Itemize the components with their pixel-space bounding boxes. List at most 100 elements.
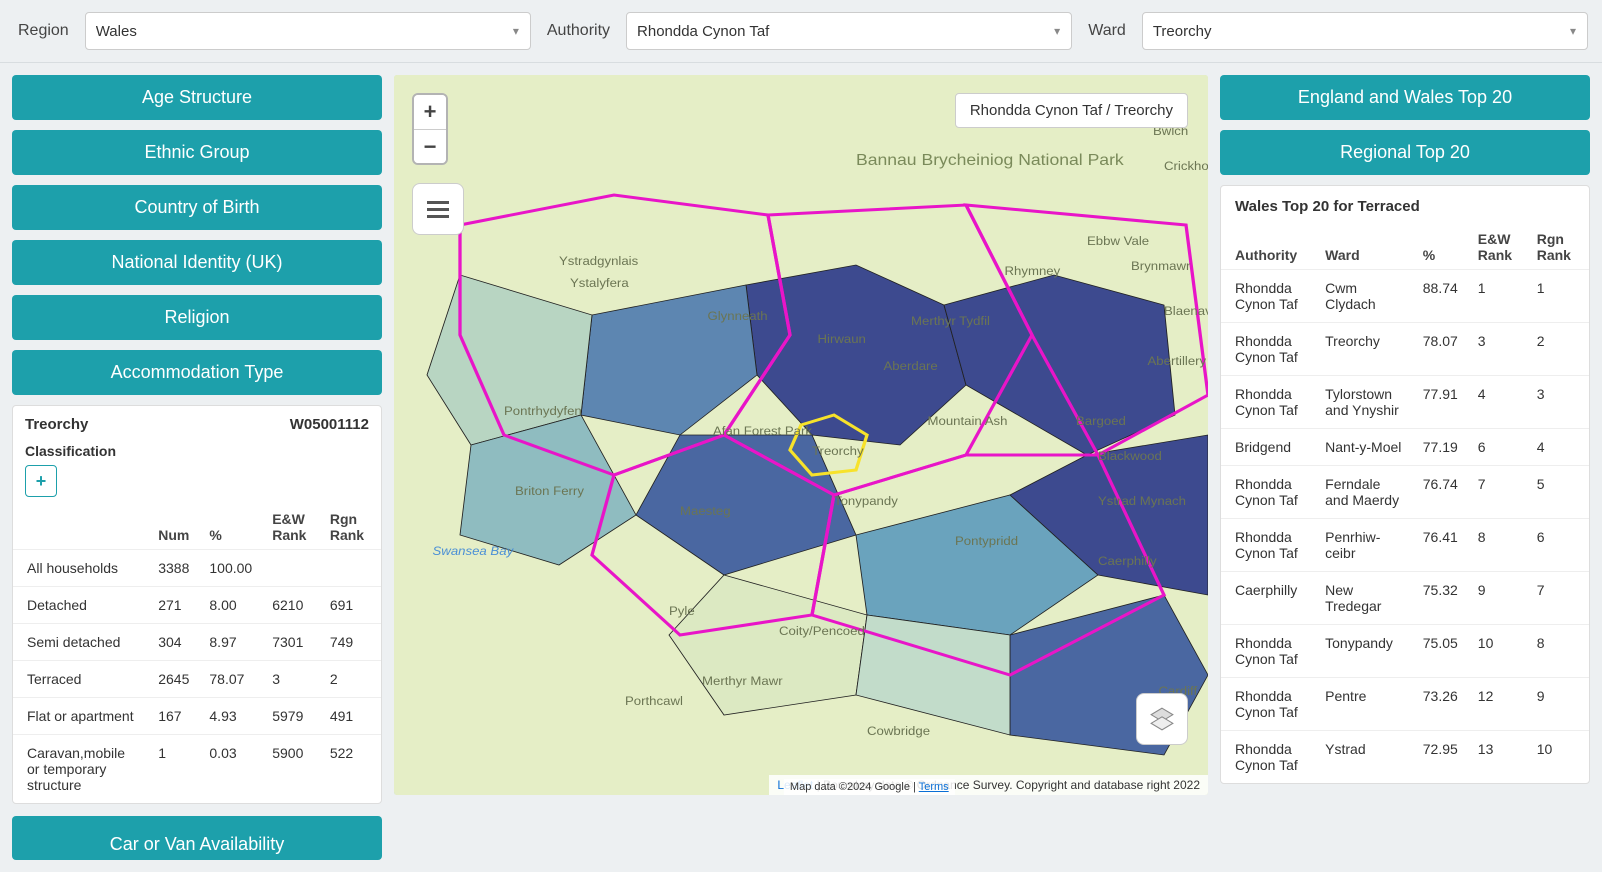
cell-ew: 13 (1468, 731, 1527, 784)
cell-pct: 72.95 (1413, 731, 1468, 784)
authority-select[interactable]: Rhondda Cynon Taf (626, 12, 1072, 50)
btn-ew-top20[interactable]: England and Wales Top 20 (1220, 75, 1590, 120)
row-num: 304 (148, 624, 199, 661)
classification-label: Classification (13, 443, 381, 463)
map-location-label: Rhondda Cynon Taf / Treorchy (955, 93, 1188, 128)
map[interactable]: Bannau Brycheiniog National Park Swansea… (394, 75, 1208, 795)
cell-ew: 9 (1468, 572, 1527, 625)
cell-rgn: 5 (1527, 466, 1589, 519)
cell-pct: 76.41 (1413, 519, 1468, 572)
row-pct: 8.00 (199, 587, 262, 624)
cell-auth: Rhondda Cynon Taf (1221, 376, 1315, 429)
row-rgn: 691 (320, 587, 381, 624)
detail-table: Num % E&W Rank Rgn Rank All households33… (13, 505, 381, 803)
table-row: Caravan,mobile or temporary structure10.… (13, 735, 381, 804)
btn-religion[interactable]: Religion (12, 295, 382, 340)
cell-auth: Rhondda Cynon Taf (1221, 678, 1315, 731)
row-ew: 5979 (262, 698, 320, 735)
btn-accommodation-type[interactable]: Accommodation Type (12, 350, 382, 395)
cell-ward: Cwm Clydach (1315, 270, 1413, 323)
cell-rgn: 4 (1527, 429, 1589, 466)
expand-classification-button[interactable]: + (25, 465, 57, 497)
table-row: Rhondda Cynon TafCwm Clydach88.7411 (1221, 270, 1589, 323)
cell-ward: Treorchy (1315, 323, 1413, 376)
col-blank (13, 505, 148, 550)
zoom-control: + − (412, 93, 448, 165)
table-row: All households3388100.00 (13, 550, 381, 587)
row-ew: 7301 (262, 624, 320, 661)
row-label: Terraced (13, 661, 148, 698)
table-row: CaerphillyNew Tredegar75.3297 (1221, 572, 1589, 625)
r-col-ward: Ward (1315, 225, 1413, 270)
row-num: 167 (148, 698, 199, 735)
btn-regional-top20[interactable]: Regional Top 20 (1220, 130, 1590, 175)
map-menu-button[interactable] (412, 183, 464, 235)
cell-auth: Bridgend (1221, 429, 1315, 466)
row-rgn: 491 (320, 698, 381, 735)
cell-ward: Tylorstown and Ynyshir (1315, 376, 1413, 429)
table-row: Flat or apartment1674.935979491 (13, 698, 381, 735)
table-row: Terraced264578.0732 (13, 661, 381, 698)
r-col-ew: E&W Rank (1468, 225, 1527, 270)
cell-pct: 76.74 (1413, 466, 1468, 519)
filter-bar: Region Wales Authority Rhondda Cynon Taf… (0, 0, 1602, 63)
table-row: Rhondda Cynon TafTylorstown and Ynyshir7… (1221, 376, 1589, 429)
row-label: Flat or apartment (13, 698, 148, 735)
row-rgn: 749 (320, 624, 381, 661)
btn-ethnic-group[interactable]: Ethnic Group (12, 130, 382, 175)
zoom-in-button[interactable]: + (414, 95, 446, 129)
row-num: 2645 (148, 661, 199, 698)
cell-ew: 8 (1468, 519, 1527, 572)
row-ew: 3 (262, 661, 320, 698)
map-canvas[interactable]: Bannau Brycheiniog National Park Swansea… (394, 75, 1208, 795)
cell-rgn: 9 (1527, 678, 1589, 731)
cell-pct: 75.05 (1413, 625, 1468, 678)
cell-rgn: 3 (1527, 376, 1589, 429)
table-row: Rhondda Cynon TafYstrad72.951310 (1221, 731, 1589, 784)
zoom-out-button[interactable]: − (414, 129, 446, 163)
top20-table: Authority Ward % E&W Rank Rgn Rank Rhond… (1221, 225, 1589, 783)
cell-ward: Pentre (1315, 678, 1413, 731)
cell-ew: 10 (1468, 625, 1527, 678)
cell-ew: 12 (1468, 678, 1527, 731)
col-rgn-rank: Rgn Rank (320, 505, 381, 550)
btn-age-structure[interactable]: Age Structure (12, 75, 382, 120)
layers-button[interactable] (1136, 693, 1188, 745)
google-attribution: Map data ©2024 Google | Terms (784, 779, 955, 795)
top20-card: Wales Top 20 for Terraced Authority Ward… (1220, 185, 1590, 784)
table-row: Rhondda Cynon TafFerndale and Maerdy76.7… (1221, 466, 1589, 519)
btn-car-van[interactable]: Car or Van Availability (12, 816, 382, 860)
cell-pct: 75.32 (1413, 572, 1468, 625)
row-pct: 0.03 (199, 735, 262, 804)
cell-ward: New Tredegar (1315, 572, 1413, 625)
google-terms-link[interactable]: Terms (919, 781, 949, 793)
cell-ward: Ferndale and Maerdy (1315, 466, 1413, 519)
ward-code: W05001112 (290, 416, 369, 433)
r-col-auth: Authority (1221, 225, 1315, 270)
cell-rgn: 6 (1527, 519, 1589, 572)
row-ew (262, 550, 320, 587)
btn-country-of-birth[interactable]: Country of Birth (12, 185, 382, 230)
ward-name: Treorchy (25, 416, 88, 433)
row-num: 1 (148, 735, 199, 804)
region-select[interactable]: Wales (85, 12, 531, 50)
cell-auth: Rhondda Cynon Taf (1221, 519, 1315, 572)
btn-national-identity[interactable]: National Identity (UK) (12, 240, 382, 285)
cell-ward: Ystrad (1315, 731, 1413, 784)
table-row: Rhondda Cynon TafTonypandy75.05108 (1221, 625, 1589, 678)
cell-ward: Tonypandy (1315, 625, 1413, 678)
cell-ward: Nant-y-Moel (1315, 429, 1413, 466)
col-pct: % (199, 505, 262, 550)
row-label: Semi detached (13, 624, 148, 661)
ward-detail-card: Treorchy W05001112 Classification + Num … (12, 405, 382, 804)
layers-icon (1149, 706, 1175, 732)
right-column: England and Wales Top 20 Regional Top 20… (1220, 75, 1590, 860)
row-num: 3388 (148, 550, 199, 587)
col-ew-rank: E&W Rank (262, 505, 320, 550)
ward-select[interactable]: Treorchy (1142, 12, 1588, 50)
cell-pct: 77.91 (1413, 376, 1468, 429)
cell-ew: 4 (1468, 376, 1527, 429)
table-row: Rhondda Cynon TafPentre73.26129 (1221, 678, 1589, 731)
table-row: Rhondda Cynon TafPenrhiw-ceibr76.4186 (1221, 519, 1589, 572)
cell-auth: Rhondda Cynon Taf (1221, 731, 1315, 784)
